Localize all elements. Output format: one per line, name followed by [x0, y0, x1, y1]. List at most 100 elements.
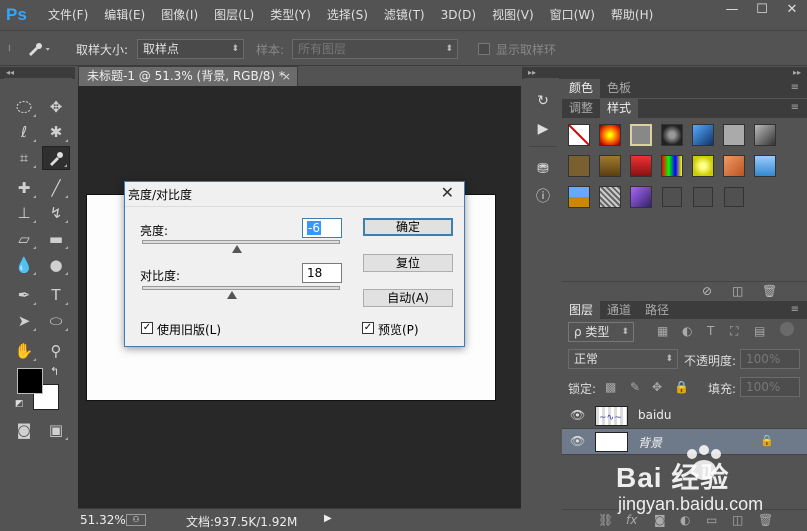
menu-3d[interactable]: 3D(D) [433, 0, 484, 31]
menu-layer[interactable]: 图层(L) [206, 0, 262, 31]
use-legacy-checkbox[interactable]: ✓ [141, 322, 153, 334]
reset-button[interactable]: 复位 [363, 254, 453, 272]
tab-swatches[interactable]: 色板 [600, 79, 638, 98]
style-swatch[interactable] [630, 155, 652, 177]
dialog-close-button[interactable]: ✕ [441, 183, 454, 202]
menu-select[interactable]: 选择(S) [319, 0, 376, 31]
menu-edit[interactable]: 编辑(E) [96, 0, 153, 31]
clone-stamp-tool-icon[interactable]: ⊥ [10, 201, 38, 225]
brush-tool-icon[interactable]: ╱ [42, 176, 70, 200]
gradient-tool-icon[interactable]: ▬ [42, 227, 70, 251]
style-swatch[interactable] [723, 155, 745, 177]
layer-filter-select[interactable]: ρ 类型 ⬍ [568, 322, 634, 342]
info-panel-icon[interactable]: ⓘ [531, 186, 555, 208]
style-swatch-selected[interactable] [630, 124, 652, 146]
filter-pixel-icon[interactable]: ▦ [657, 324, 668, 338]
style-swatch[interactable] [599, 155, 621, 177]
lock-paint-icon[interactable]: ✎ [630, 380, 640, 394]
style-swatch[interactable] [599, 186, 621, 208]
style-none-swatch[interactable] [568, 124, 590, 146]
history-brush-tool-icon[interactable]: ↯ [42, 201, 70, 225]
trash-icon[interactable]: 🗑 [762, 284, 777, 298]
style-swatch[interactable] [723, 124, 745, 146]
zoom-tool-icon[interactable]: ⚲ [42, 339, 70, 363]
default-colors-icon[interactable]: ◩ [15, 399, 24, 409]
tab-channels[interactable]: 通道 [600, 301, 638, 320]
tab-color[interactable]: 颜色 [562, 79, 601, 98]
filter-type-icon[interactable]: T [707, 324, 714, 338]
actions-panel-icon[interactable]: ▶ [531, 118, 555, 140]
swap-colors-icon[interactable]: ↰ [50, 365, 59, 378]
blend-mode-select[interactable]: 正常 ⬍ [568, 349, 678, 369]
style-swatch[interactable] [754, 124, 776, 146]
type-tool-icon[interactable]: T [42, 283, 70, 307]
magic-wand-tool-icon[interactable]: ✱ [42, 120, 70, 144]
pen-tool-icon[interactable]: ✒ [10, 283, 38, 307]
filter-smart-icon[interactable]: ▤ [754, 324, 765, 338]
history-panel-icon[interactable]: ↻ [531, 90, 555, 112]
zoom-level[interactable]: 51.32% [80, 513, 126, 527]
auto-button[interactable]: 自动(A) [363, 289, 453, 307]
sample-size-select[interactable]: 取样点 ⬍ [137, 39, 244, 59]
new-style-icon[interactable]: ◫ [732, 284, 743, 298]
panels-collapse-strip[interactable]: ▸▸ [562, 67, 807, 79]
menu-filter[interactable]: 滤镜(T) [376, 0, 433, 31]
lock-move-icon[interactable]: ✥ [652, 380, 662, 394]
screen-mode-icon[interactable]: ▣ [42, 418, 70, 442]
visibility-eye-icon[interactable]: 👁 [570, 434, 585, 448]
opacity-input[interactable]: 100% [740, 349, 800, 369]
preview-checkbox[interactable]: ✓ [362, 322, 374, 334]
foreground-color-swatch[interactable] [17, 368, 43, 394]
menu-file[interactable]: 文件(F) [40, 0, 96, 31]
contrast-input[interactable]: 18 [302, 263, 342, 283]
filter-toggle[interactable] [780, 322, 794, 336]
contrast-slider-track[interactable] [142, 286, 340, 290]
sample-select[interactable]: 所有图层 ⬍ [292, 39, 458, 59]
close-window-button[interactable]: ✕ [777, 0, 807, 20]
filter-shape-icon[interactable]: ⛶ [730, 324, 738, 339]
close-tab-icon[interactable]: × [282, 67, 291, 86]
ellipse-tool-icon[interactable]: ⬭ [42, 309, 70, 333]
style-swatch[interactable] [661, 124, 683, 146]
healing-brush-tool-icon[interactable]: ✚ [10, 176, 38, 200]
layer-row[interactable]: 👁 ~∿~ baidu [562, 403, 807, 429]
tab-layers[interactable]: 图层 [562, 301, 601, 320]
lock-transparent-icon[interactable]: ▩ [605, 380, 616, 394]
minimize-button[interactable]: — [717, 0, 747, 20]
tab-paths[interactable]: 路径 [638, 301, 676, 320]
fill-input[interactable]: 100% [740, 377, 800, 397]
maximize-button[interactable]: ☐ [747, 0, 777, 20]
style-swatch[interactable] [568, 155, 590, 177]
status-menu-arrow-icon[interactable]: ▶ [324, 513, 332, 524]
move-tool-icon[interactable]: ✥ [42, 95, 70, 119]
panel-menu-icon[interactable]: ≡ [791, 82, 799, 93]
style-swatch[interactable] [661, 155, 683, 177]
tab-adjustments[interactable]: 调整 [562, 99, 600, 118]
brightness-slider-track[interactable] [142, 240, 340, 244]
contrast-slider-thumb[interactable] [226, 291, 237, 299]
link-layers-icon[interactable]: ⛓ [598, 513, 613, 527]
dodge-tool-icon[interactable]: ● [42, 253, 70, 277]
style-swatch-empty[interactable] [693, 187, 713, 207]
style-swatch-empty[interactable] [662, 187, 682, 207]
marquee-tool-icon[interactable] [10, 95, 38, 119]
filter-adjust-icon[interactable]: ◐ [682, 324, 692, 338]
crop-tool-icon[interactable]: ⌗ [10, 146, 38, 170]
document-tab[interactable]: 未标题-1 @ 51.3% (背景, RGB/8) * × [78, 66, 298, 86]
menu-image[interactable]: 图像(I) [153, 0, 206, 31]
show-ring-checkbox[interactable] [478, 32, 490, 66]
menu-type[interactable]: 类型(Y) [262, 0, 319, 31]
visibility-eye-icon[interactable]: 👁 [570, 408, 585, 422]
path-selection-tool-icon[interactable]: ➤ [10, 309, 38, 333]
properties-panel-icon[interactable]: ⛃ [531, 158, 555, 180]
blur-tool-icon[interactable]: 💧 [10, 253, 38, 277]
style-swatch-empty[interactable] [724, 187, 744, 207]
brightness-input[interactable]: -6 [302, 218, 342, 238]
style-swatch[interactable] [568, 186, 590, 208]
lock-all-icon[interactable]: 🔒 [674, 380, 689, 394]
style-swatch[interactable] [754, 155, 776, 177]
menu-help[interactable]: 帮助(H) [603, 0, 661, 31]
eyedropper-tool-icon[interactable] [42, 146, 70, 170]
ok-button[interactable]: 确定 [363, 218, 453, 236]
style-swatch[interactable] [692, 155, 714, 177]
